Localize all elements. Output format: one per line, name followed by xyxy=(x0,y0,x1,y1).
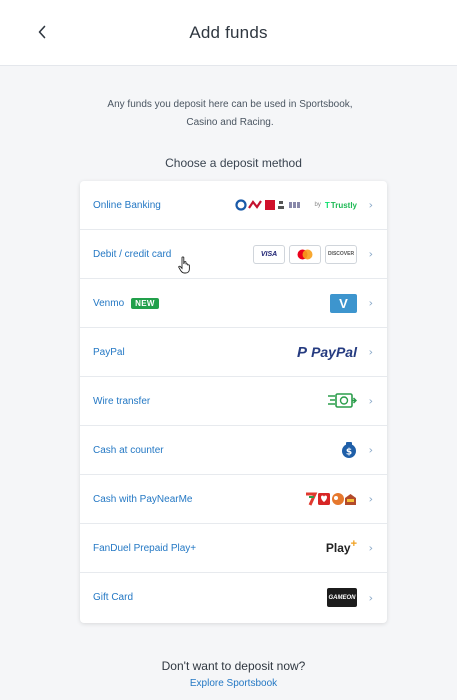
chevron-right-icon: › xyxy=(368,394,373,408)
gift-card-logo: GAMEON xyxy=(327,573,357,622)
discover-icon: DISCOVER xyxy=(325,244,357,264)
paypal-logo: P PayPal xyxy=(297,328,357,376)
chevron-right-icon: › xyxy=(368,296,373,310)
method-online-banking[interactable]: Online Banking by T Trustly › xyxy=(80,181,387,230)
chevron-right-icon: › xyxy=(368,198,373,212)
trustly-logo: T Trustly xyxy=(325,201,357,210)
skip-deposit-question: Don't want to deposit now? xyxy=(161,659,306,673)
paypal-wordmark: PayPal xyxy=(311,344,357,360)
retailer-logos-icon xyxy=(306,492,356,506)
card-network-logos: VISA DISCOVER xyxy=(253,230,357,278)
deposit-methods-list: Online Banking by T Trustly › Debit / cr… xyxy=(80,181,387,623)
chevron-right-icon: › xyxy=(368,247,373,261)
chevron-right-icon: › xyxy=(368,492,373,506)
method-label: Gift Card xyxy=(93,592,134,603)
intro-line-2: Casino and Racing. xyxy=(186,117,274,128)
method-label: Debit / credit card xyxy=(93,248,172,260)
back-button[interactable] xyxy=(30,20,54,44)
method-fanduel-prepaid[interactable]: FanDuel Prepaid Play+ Play + › xyxy=(80,524,387,573)
chevron-right-icon: › xyxy=(368,345,373,359)
method-label: Online Banking xyxy=(93,199,161,211)
play-wordmark: Play xyxy=(325,541,351,555)
wire-transfer-logo xyxy=(327,377,357,425)
gameon-card-icon: GAMEON xyxy=(327,588,357,607)
method-cash-at-counter[interactable]: Cash at counter $ › xyxy=(80,426,387,475)
method-wire-transfer[interactable]: Wire transfer › xyxy=(80,377,387,426)
cash-counter-logo: $ xyxy=(341,426,357,474)
trustly-mark-icon: T xyxy=(324,200,330,210)
play-plus-logo: Play + xyxy=(326,524,357,572)
chevron-right-icon: › xyxy=(368,443,373,457)
method-venmo[interactable]: Venmo NEW V › xyxy=(80,279,387,328)
trustly-text: Trustly xyxy=(330,200,357,210)
app-header: Add funds xyxy=(0,0,457,66)
choose-method-heading: Choose a deposit method xyxy=(165,156,302,170)
venmo-icon: V xyxy=(330,293,357,313)
paypal-p-icon: P xyxy=(297,343,308,361)
gameon-text: GAMEON xyxy=(328,594,356,601)
method-gift-card[interactable]: Gift Card GAMEON › xyxy=(80,573,387,622)
visa-icon: VISA xyxy=(253,244,285,264)
explore-sportsbook-link[interactable]: Explore Sportsbook xyxy=(0,678,457,689)
money-transfer-icon xyxy=(328,393,357,408)
chevron-right-icon: › xyxy=(368,591,373,604)
svg-text:$: $ xyxy=(346,448,352,458)
method-label: FanDuel Prepaid Play+ xyxy=(93,542,197,554)
intro-text: Any funds you deposit here can be used i… xyxy=(70,96,390,132)
method-label: PayPal xyxy=(93,346,125,358)
paynearme-retailer-logos xyxy=(305,475,357,523)
mastercard-icon xyxy=(289,244,321,264)
method-label: Wire transfer xyxy=(93,395,151,407)
page-title: Add funds xyxy=(189,22,268,42)
chevron-right-icon: › xyxy=(368,541,373,555)
method-label: Venmo xyxy=(93,297,125,309)
intro-line-1: Any funds you deposit here can be used i… xyxy=(107,99,353,110)
new-badge: NEW xyxy=(131,297,159,309)
bank-logos-icon xyxy=(234,199,300,211)
method-debit-credit-card[interactable]: Debit / credit card VISA DISCOVER › xyxy=(80,230,387,279)
method-paypal[interactable]: PayPal P PayPal › xyxy=(80,328,387,377)
method-label: Cash at counter xyxy=(93,444,164,456)
method-cash-paynearme[interactable]: Cash with PayNearMe › xyxy=(80,475,387,524)
cash-coin-icon: $ xyxy=(342,442,356,458)
online-banking-logos: by T Trustly xyxy=(234,181,357,229)
method-label: Cash with PayNearMe xyxy=(93,493,193,505)
hand-cursor-icon xyxy=(178,256,190,274)
plus-icon: + xyxy=(350,538,357,550)
venmo-logo: V xyxy=(330,279,357,327)
trustly-by: by xyxy=(314,202,321,208)
chevron-left-icon xyxy=(38,25,46,39)
